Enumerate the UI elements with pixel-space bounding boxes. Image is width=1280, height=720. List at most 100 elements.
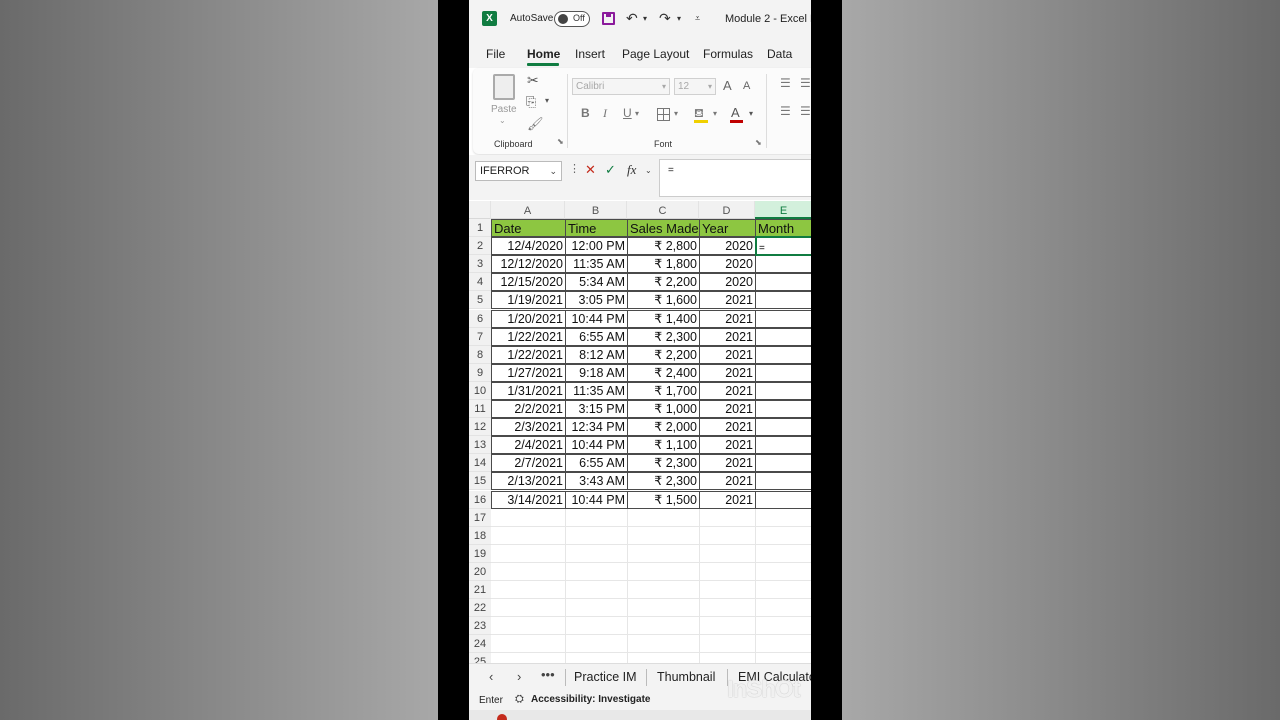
empty-cell[interactable] — [699, 635, 756, 654]
sheet-tab-emi-calculator[interactable]: EMI Calculato — [738, 670, 811, 684]
column-header-b[interactable]: B — [565, 201, 627, 219]
data-cell[interactable]: 1/20/2021 — [491, 309, 566, 328]
name-box[interactable]: IFERROR ⌄ — [475, 161, 562, 181]
empty-cell[interactable] — [491, 562, 566, 581]
data-cell[interactable]: ₹ 1,800 — [627, 255, 700, 274]
data-cell[interactable]: 1/22/2021 — [491, 345, 566, 364]
name-box-dropdown-icon[interactable]: ⌄ — [549, 162, 557, 180]
enter-icon[interactable]: ✓ — [605, 162, 616, 178]
empty-cell[interactable] — [755, 545, 811, 563]
borders-icon[interactable] — [657, 108, 670, 121]
data-cell[interactable]: 1/31/2021 — [491, 381, 566, 400]
empty-cell[interactable] — [565, 562, 628, 581]
empty-cell[interactable] — [699, 544, 756, 563]
empty-cell[interactable] — [755, 599, 811, 618]
paste-label[interactable]: Paste — [491, 104, 517, 115]
data-cell[interactable]: ₹ 2,300 — [627, 327, 700, 346]
row-header[interactable]: 24 — [469, 635, 491, 654]
data-cell[interactable]: 2021 — [699, 291, 756, 310]
empty-cell[interactable] — [755, 581, 811, 599]
data-cell[interactable]: 3/14/2021 — [491, 490, 566, 509]
data-cell[interactable]: 12/12/2020 — [491, 255, 566, 274]
empty-cell[interactable] — [755, 635, 811, 654]
underline-dropdown-icon[interactable]: ▾ — [635, 109, 639, 118]
empty-cell[interactable] — [627, 508, 700, 527]
empty-cell[interactable] — [491, 599, 566, 618]
data-cell[interactable]: 2020 — [699, 273, 756, 292]
row-header[interactable]: 12 — [469, 418, 491, 437]
empty-cell[interactable] — [627, 544, 700, 563]
data-cell[interactable]: 2/4/2021 — [491, 436, 566, 455]
column-header-d[interactable]: D — [699, 201, 755, 219]
empty-cell[interactable] — [491, 526, 566, 545]
empty-cell[interactable] — [627, 635, 700, 654]
empty-cell[interactable] — [565, 599, 628, 618]
clipboard-launcher-icon[interactable]: ⬊ — [557, 137, 564, 146]
data-cell[interactable] — [755, 436, 811, 455]
data-cell[interactable]: 1/22/2021 — [491, 327, 566, 346]
format-painter-icon[interactable]: 🖌 — [527, 116, 544, 132]
row-header[interactable]: 18 — [469, 526, 491, 545]
column-header-c[interactable]: C — [627, 201, 699, 219]
data-cell[interactable]: ₹ 2,000 — [627, 418, 700, 437]
data-cell[interactable] — [755, 363, 811, 382]
data-cell[interactable]: 3:05 PM — [565, 291, 628, 310]
empty-cell[interactable] — [699, 581, 756, 599]
empty-cell[interactable] — [491, 635, 566, 654]
column-header-a[interactable]: A — [491, 201, 565, 219]
active-cell-e2[interactable]: = — [755, 236, 811, 257]
header-cell[interactable]: Time — [565, 219, 628, 237]
data-cell[interactable] — [755, 291, 811, 310]
empty-cell[interactable] — [699, 562, 756, 581]
empty-cell[interactable] — [627, 653, 700, 663]
underline-icon[interactable]: U — [623, 106, 632, 120]
data-cell[interactable]: 12:00 PM — [565, 237, 628, 256]
empty-cell[interactable] — [699, 653, 756, 663]
row-header[interactable]: 23 — [469, 617, 491, 636]
data-cell[interactable]: 5:34 AM — [565, 273, 628, 292]
redo-icon[interactable]: ↷ — [659, 10, 671, 27]
data-cell[interactable]: ₹ 2,200 — [627, 345, 700, 364]
empty-cell[interactable] — [699, 508, 756, 527]
row-header[interactable]: 11 — [469, 400, 491, 418]
accessibility-icon[interactable]: ⛭ — [515, 693, 524, 706]
paste-dropdown-icon[interactable]: ⌄ — [499, 116, 506, 125]
data-cell[interactable]: 2021 — [699, 490, 756, 509]
insert-function-icon[interactable]: fx — [627, 162, 636, 178]
empty-cell[interactable] — [755, 653, 811, 663]
empty-cell[interactable] — [627, 581, 700, 599]
prev-sheet-icon[interactable]: ‹ — [489, 669, 493, 684]
align-center-icon[interactable]: ☰ — [800, 104, 811, 118]
empty-cell[interactable] — [565, 635, 628, 654]
formula-input[interactable]: = — [659, 159, 811, 197]
data-cell[interactable]: 10:44 PM — [565, 490, 628, 509]
row-header[interactable]: 9 — [469, 363, 491, 382]
column-header-e[interactable]: E — [755, 201, 811, 219]
data-cell[interactable]: 8:12 AM — [565, 345, 628, 364]
data-cell[interactable]: 2021 — [699, 454, 756, 473]
tab-formulas[interactable]: Formulas — [703, 47, 753, 61]
data-cell[interactable]: 2020 — [699, 255, 756, 274]
undo-icon[interactable]: ↶ — [626, 10, 638, 27]
data-cell[interactable]: ₹ 1,400 — [627, 309, 700, 328]
function-dropdown-icon[interactable]: ⌄ — [645, 166, 652, 175]
data-cell[interactable]: ₹ 2,300 — [627, 454, 700, 473]
tab-home[interactable]: Home — [527, 47, 560, 61]
data-cell[interactable]: 10:44 PM — [565, 436, 628, 455]
copy-icon[interactable]: ⎘ — [526, 94, 536, 110]
accessibility-status[interactable]: Accessibility: Investigate — [531, 694, 651, 705]
row-header[interactable]: 8 — [469, 345, 491, 364]
italic-icon[interactable]: I — [603, 106, 607, 121]
bold-icon[interactable]: B — [581, 106, 590, 120]
empty-cell[interactable] — [565, 581, 628, 599]
cancel-icon[interactable]: ✕ — [585, 162, 596, 178]
align-middle-icon[interactable]: ☰ — [800, 76, 811, 90]
data-cell[interactable]: 12/4/2020 — [491, 237, 566, 256]
data-cell[interactable] — [755, 309, 811, 328]
shrink-font-icon[interactable]: A — [743, 80, 750, 92]
data-cell[interactable]: 2/13/2021 — [491, 472, 566, 491]
row-header[interactable]: 7 — [469, 327, 491, 346]
data-cell[interactable]: 2021 — [699, 418, 756, 437]
data-cell[interactable]: 2021 — [699, 436, 756, 455]
empty-cell[interactable] — [699, 617, 756, 636]
